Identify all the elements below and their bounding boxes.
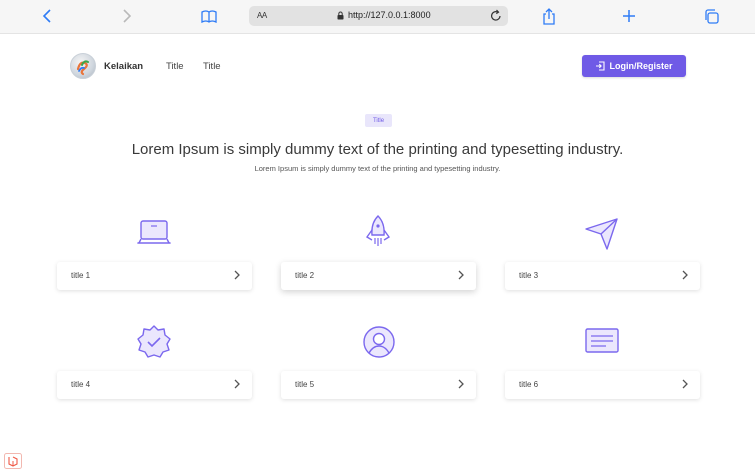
brand-logo[interactable] [70, 53, 96, 79]
verified-badge-icon [136, 324, 172, 360]
document-icon [584, 326, 620, 362]
url-text: http://127.0.0.1:8000 [348, 10, 431, 20]
forward-icon[interactable] [116, 6, 138, 26]
new-tab-icon[interactable] [618, 6, 640, 26]
chevron-right-icon [234, 379, 240, 389]
tabs-icon[interactable] [700, 6, 722, 26]
address-bar[interactable]: AA http://127.0.0.1:8000 [249, 6, 508, 26]
laptop-icon [136, 216, 172, 252]
feature-title: title 1 [71, 271, 91, 280]
brand-name[interactable]: Kelaikan [104, 61, 143, 72]
nav-link-2[interactable]: Title [203, 61, 221, 72]
feature-card-1[interactable]: title 1 [57, 262, 252, 290]
feature-card-3[interactable]: title 3 [505, 262, 700, 290]
feature-title: title 4 [71, 380, 91, 389]
login-register-button[interactable]: Login/Register [582, 55, 686, 77]
browser-toolbar: AA http://127.0.0.1:8000 [0, 0, 755, 34]
site-header: Kelaikan Title Title Login/Register [70, 53, 686, 79]
bookmarks-icon[interactable] [198, 6, 220, 26]
feature-card-4[interactable]: title 4 [57, 371, 252, 399]
user-circle-icon [361, 325, 397, 361]
page-headline: Lorem Ipsum is simply dummy text of the … [131, 141, 624, 158]
feature-card-2[interactable]: title 2 [281, 262, 476, 290]
reload-icon[interactable] [490, 9, 502, 22]
chevron-right-icon [458, 270, 464, 280]
feature-title: title 3 [519, 271, 539, 280]
paper-plane-icon [584, 215, 620, 251]
feature-title: title 5 [295, 380, 315, 389]
chevron-right-icon [682, 270, 688, 280]
rocket-icon [360, 213, 396, 249]
back-icon[interactable] [36, 6, 58, 26]
page-subheadline: Lorem Ipsum is simply dummy text of the … [254, 164, 501, 173]
text-size-button[interactable]: AA [257, 11, 267, 20]
chevron-right-icon [682, 379, 688, 389]
nav-link-1[interactable]: Title [166, 61, 184, 72]
share-icon[interactable] [538, 6, 560, 26]
section-badge: Title [365, 114, 392, 127]
feature-card-6[interactable]: title 6 [505, 371, 700, 399]
login-icon [596, 61, 606, 71]
debug-toolbar-icon[interactable] [4, 453, 22, 469]
feature-card-5[interactable]: title 5 [281, 371, 476, 399]
lock-icon [337, 11, 344, 19]
login-register-label: Login/Register [609, 61, 673, 71]
feature-title: title 6 [519, 380, 539, 389]
chevron-right-icon [234, 270, 240, 280]
feature-title: title 2 [295, 271, 315, 280]
chevron-right-icon [458, 379, 464, 389]
